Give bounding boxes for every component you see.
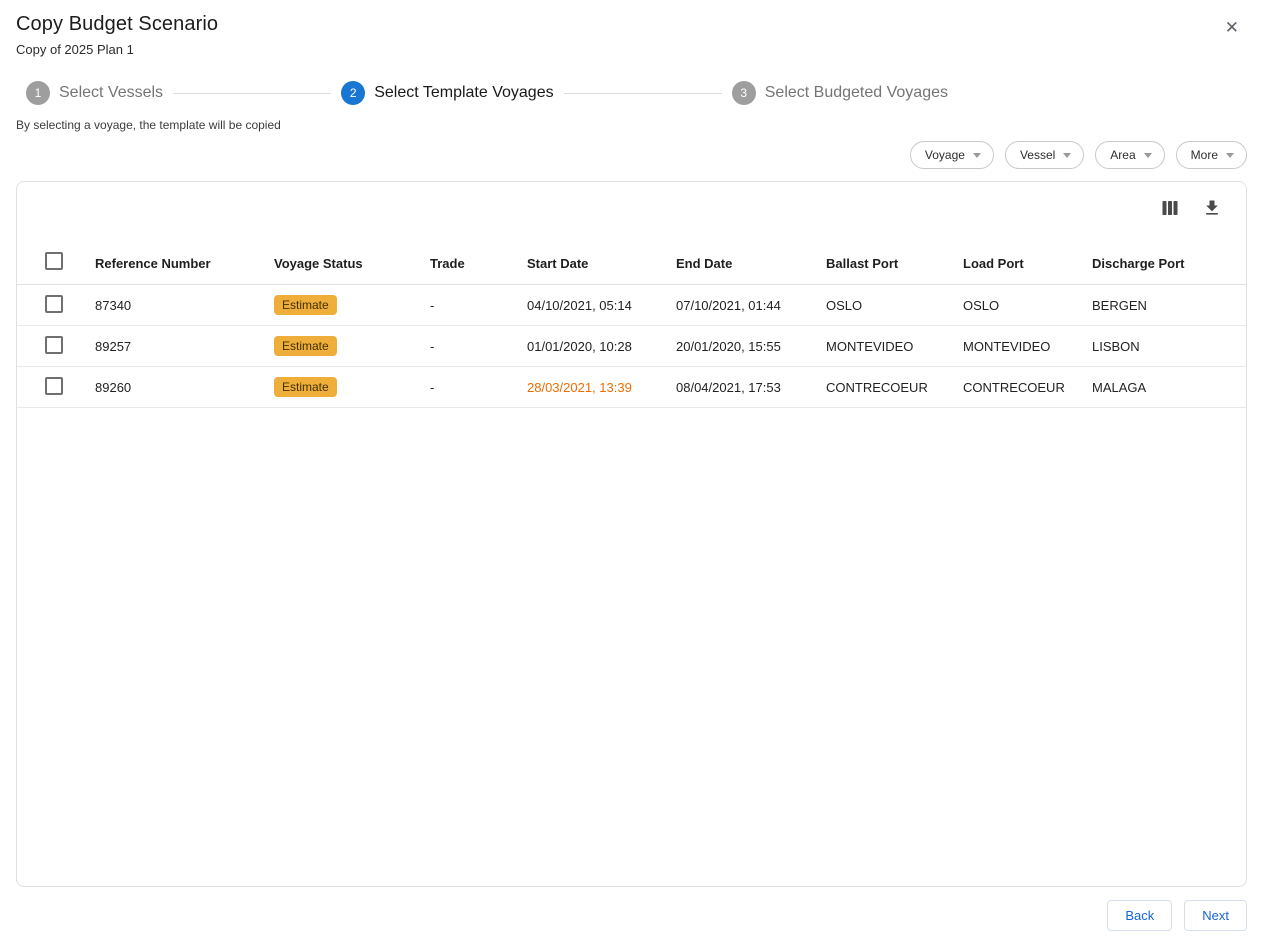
cell-reference-number: 89260 — [95, 380, 274, 395]
area-filter-label: Area — [1110, 148, 1135, 162]
cell-discharge-port: BERGEN — [1092, 298, 1246, 313]
cell-voyage-status: Estimate — [274, 377, 430, 397]
column-header-voyage-status[interactable]: Voyage Status — [274, 256, 430, 271]
dialog-title-block: Copy Budget Scenario Copy of 2025 Plan 1 — [16, 13, 218, 57]
cell-end-date: 20/01/2020, 15:55 — [676, 339, 826, 354]
selection-hint: By selecting a voyage, the template will… — [0, 118, 1263, 132]
status-badge: Estimate — [274, 295, 337, 315]
chevron-down-icon — [973, 153, 981, 158]
cell-discharge-port: LISBON — [1092, 339, 1246, 354]
table-header-row: Reference Number Voyage Status Trade Sta… — [17, 242, 1246, 285]
cell-start-date: 01/01/2020, 10:28 — [527, 339, 676, 354]
table-row[interactable]: 87340 Estimate - 04/10/2021, 05:14 07/10… — [17, 285, 1246, 326]
step-2-circle: 2 — [341, 81, 365, 105]
select-all-cell — [17, 252, 95, 275]
columns-icon[interactable] — [1158, 196, 1182, 220]
cell-reference-number: 89257 — [95, 339, 274, 354]
dialog-header: Copy Budget Scenario Copy of 2025 Plan 1… — [0, 0, 1263, 57]
cell-start-date: 04/10/2021, 05:14 — [527, 298, 676, 313]
status-badge: Estimate — [274, 377, 337, 397]
row-checkbox[interactable] — [45, 377, 63, 395]
vessel-filter-label: Vessel — [1020, 148, 1055, 162]
dialog-subtitle: Copy of 2025 Plan 1 — [16, 42, 218, 57]
download-icon[interactable] — [1200, 196, 1224, 220]
area-filter-chip[interactable]: Area — [1095, 141, 1164, 169]
table-toolbar — [17, 182, 1246, 228]
more-filter-chip[interactable]: More — [1176, 141, 1247, 169]
cell-trade: - — [430, 298, 527, 313]
cell-discharge-port: MALAGA — [1092, 380, 1246, 395]
cell-ballast-port: CONTRECOEUR — [826, 380, 963, 395]
cell-ballast-port: MONTEVIDEO — [826, 339, 963, 354]
row-checkbox[interactable] — [45, 295, 63, 313]
row-checkbox-cell — [17, 295, 95, 316]
column-header-end-date[interactable]: End Date — [676, 256, 826, 271]
table-row[interactable]: 89260 Estimate - 28/03/2021, 13:39 08/04… — [17, 367, 1246, 408]
step-2-label: Select Template Voyages — [374, 84, 553, 102]
back-button[interactable]: Back — [1107, 900, 1172, 931]
dialog-footer: Back Next — [0, 887, 1263, 931]
cell-start-date: 28/03/2021, 13:39 — [527, 380, 676, 395]
column-header-load-port[interactable]: Load Port — [963, 256, 1092, 271]
dialog-title: Copy Budget Scenario — [16, 13, 218, 36]
step-select-template-voyages: 2 Select Template Voyages — [341, 81, 553, 105]
step-select-budgeted-voyages: 3 Select Budgeted Voyages — [732, 81, 948, 105]
row-checkbox-cell — [17, 336, 95, 357]
next-button[interactable]: Next — [1184, 900, 1247, 931]
filter-bar: Voyage Vessel Area More — [0, 141, 1263, 169]
column-header-reference-number[interactable]: Reference Number — [95, 256, 274, 271]
chevron-down-icon — [1226, 153, 1234, 158]
more-filter-label: More — [1191, 148, 1218, 162]
close-icon[interactable]: ✕ — [1217, 13, 1247, 42]
step-3-circle: 3 — [732, 81, 756, 105]
cell-trade: - — [430, 380, 527, 395]
cell-load-port: CONTRECOEUR — [963, 380, 1092, 395]
table-row[interactable]: 89257 Estimate - 01/01/2020, 10:28 20/01… — [17, 326, 1246, 367]
step-1-label: Select Vessels — [59, 84, 163, 102]
cell-voyage-status: Estimate — [274, 295, 430, 315]
step-connector — [173, 93, 331, 94]
status-badge: Estimate — [274, 336, 337, 356]
voyages-table-panel: Reference Number Voyage Status Trade Sta… — [16, 181, 1247, 887]
step-connector — [564, 93, 722, 94]
step-select-vessels: 1 Select Vessels — [26, 81, 163, 105]
cell-voyage-status: Estimate — [274, 336, 430, 356]
chevron-down-icon — [1144, 153, 1152, 158]
column-header-discharge-port[interactable]: Discharge Port — [1092, 256, 1246, 271]
cell-load-port: OSLO — [963, 298, 1092, 313]
step-1-circle: 1 — [26, 81, 50, 105]
cell-ballast-port: OSLO — [826, 298, 963, 313]
row-checkbox-cell — [17, 377, 95, 398]
stepper: 1 Select Vessels 2 Select Template Voyag… — [0, 81, 948, 105]
chevron-down-icon — [1063, 153, 1071, 158]
cell-end-date: 08/04/2021, 17:53 — [676, 380, 826, 395]
select-all-checkbox[interactable] — [45, 252, 63, 270]
copy-budget-scenario-dialog: Copy Budget Scenario Copy of 2025 Plan 1… — [0, 0, 1263, 941]
cell-trade: - — [430, 339, 527, 354]
voyage-filter-chip[interactable]: Voyage — [910, 141, 994, 169]
row-checkbox[interactable] — [45, 336, 63, 354]
column-header-ballast-port[interactable]: Ballast Port — [826, 256, 963, 271]
voyage-filter-label: Voyage — [925, 148, 965, 162]
cell-load-port: MONTEVIDEO — [963, 339, 1092, 354]
column-header-trade[interactable]: Trade — [430, 256, 527, 271]
step-3-label: Select Budgeted Voyages — [765, 84, 948, 102]
cell-reference-number: 87340 — [95, 298, 274, 313]
cell-end-date: 07/10/2021, 01:44 — [676, 298, 826, 313]
column-header-start-date[interactable]: Start Date — [527, 256, 676, 271]
vessel-filter-chip[interactable]: Vessel — [1005, 141, 1084, 169]
